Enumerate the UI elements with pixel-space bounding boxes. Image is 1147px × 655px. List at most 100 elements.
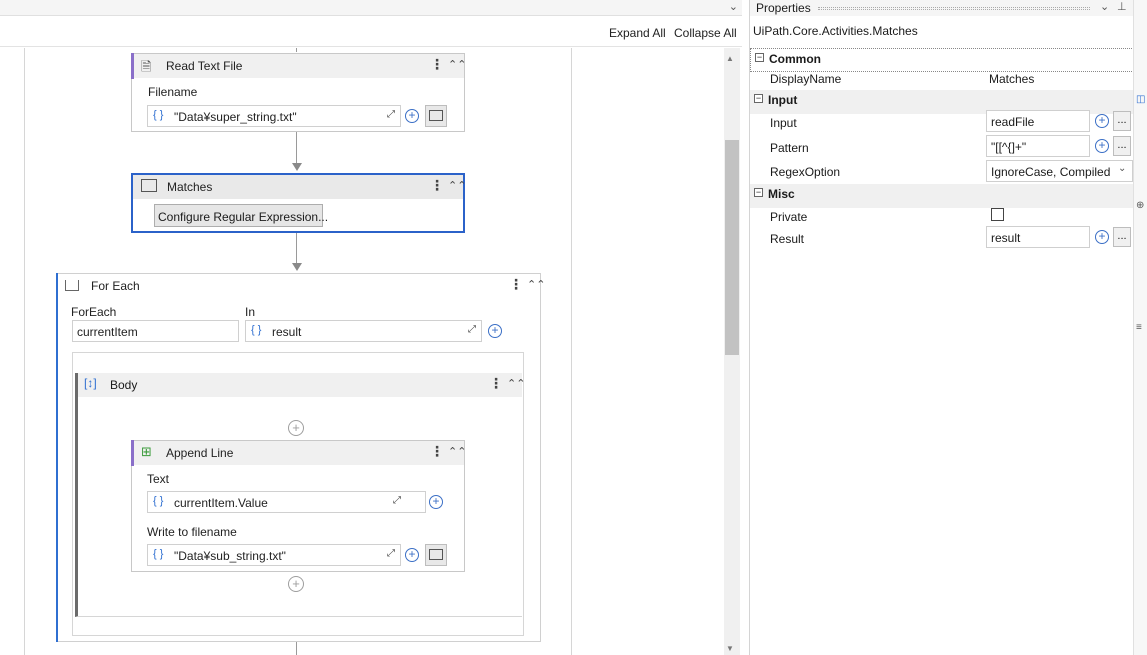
ellipsis-button[interactable]: ... — [1113, 136, 1131, 156]
pin-icon[interactable]: ⊥ — [1117, 0, 1127, 13]
foreach-variable-field[interactable]: currentItem — [72, 320, 239, 342]
body-sequence[interactable]: [↕] Body ⋮ ⌃⌃ + ⊞ Append Line ⋮ ⌃⌃ Text — [75, 373, 525, 617]
add-variable-icon[interactable]: + — [405, 548, 419, 562]
private-checkbox[interactable] — [991, 208, 1004, 221]
property-row-input[interactable]: Input readFile + ... — [750, 110, 1134, 134]
property-label: Result — [770, 232, 805, 246]
more-options-icon[interactable]: ⋮ — [430, 178, 444, 192]
connector — [296, 132, 297, 164]
property-row-displayname[interactable]: DisplayName Matches — [750, 67, 1134, 91]
more-options-icon[interactable]: ⋮ — [430, 444, 444, 458]
foreach-icon — [65, 280, 79, 291]
property-value[interactable]: Matches — [989, 72, 1034, 86]
body-title: Body — [110, 378, 138, 392]
drag-grip[interactable] — [818, 7, 1090, 10]
for-each-activity[interactable]: For Each ⋮ ⌃⌃ ForEach currentItem In { }… — [56, 273, 545, 642]
collapse-category-icon[interactable]: − — [755, 53, 764, 62]
expand-editor-icon[interactable]: ⤢ — [387, 548, 395, 559]
scroll-down-icon[interactable]: ▼ — [726, 644, 734, 653]
canvas-left-border — [24, 48, 25, 655]
collapse-category-icon[interactable]: − — [754, 94, 763, 103]
category-label: Input — [768, 93, 798, 107]
folder-icon — [429, 110, 443, 121]
add-activity-icon[interactable]: + — [288, 420, 304, 436]
browse-folder-button[interactable] — [425, 544, 447, 566]
property-value: readFile — [991, 115, 1035, 129]
collapse-category-icon[interactable]: − — [754, 188, 763, 197]
expand-all-button[interactable]: Expand All — [609, 26, 666, 40]
chevron-down-icon[interactable]: ⌄ — [1100, 0, 1109, 13]
collapse-all-button[interactable]: Collapse All — [674, 26, 737, 40]
ellipsis-button[interactable]: ... — [1113, 227, 1131, 247]
designer-topbar: ⌄ — [0, 0, 742, 16]
expand-editor-icon[interactable]: ⤢ — [387, 109, 395, 120]
activity-title: Read Text File — [166, 59, 243, 73]
property-row-regexoption[interactable]: RegexOption IgnoreCase, Compiled ⌄ — [750, 160, 1134, 184]
chevron-down-icon[interactable]: ⌄ — [1118, 163, 1126, 174]
panel-icon[interactable]: ⊕ — [1136, 200, 1144, 211]
expression-braces-icon: { } — [251, 324, 262, 336]
read-text-file-activity[interactable]: 🗎 Read Text File ⋮ ⌃⌃ Filename { } "Data… — [131, 53, 466, 132]
add-variable-icon[interactable]: + — [1095, 139, 1109, 153]
connector-arrow-icon — [292, 263, 302, 271]
collapse-icon[interactable]: ⌃⌃ — [527, 278, 545, 291]
expand-editor-icon[interactable]: ⤢ — [393, 495, 401, 506]
add-variable-icon[interactable]: + — [429, 495, 443, 509]
write-filename-value: "Data¥sub_string.txt" — [174, 549, 286, 563]
regexoption-dropdown[interactable]: IgnoreCase, Compiled ⌄ — [986, 160, 1133, 182]
body-container: [↕] Body ⋮ ⌃⌃ + ⊞ Append Line ⋮ ⌃⌃ Text — [72, 352, 525, 636]
connector-arrow-icon — [292, 163, 302, 171]
in-value: result — [272, 325, 302, 339]
collapse-icon[interactable]: ⌃⌃ — [448, 179, 466, 192]
body-header[interactable]: [↕] Body ⋮ ⌃⌃ — [78, 373, 525, 397]
scroll-up-icon[interactable]: ▲ — [726, 54, 734, 63]
property-row-pattern[interactable]: Pattern "[[^{]+" + ... — [750, 135, 1134, 159]
activity-header[interactable]: 🗎 Read Text File ⋮ ⌃⌃ — [132, 54, 466, 78]
collapse-icon[interactable]: ⌃⌃ — [448, 58, 466, 71]
expand-editor-icon[interactable]: ⤢ — [468, 324, 476, 335]
side-toolbar: ◫ ⊕ ≡ — [1133, 0, 1147, 655]
property-row-result[interactable]: Result result + ... — [750, 226, 1134, 250]
activity-header[interactable]: For Each ⋮ ⌃⌃ — [57, 274, 545, 298]
file-read-icon: 🗎 — [141, 59, 152, 74]
matches-activity[interactable]: Matches ⋮ ⌃⌃ Configure Regular Expressio… — [131, 173, 466, 233]
filename-label: Filename — [148, 85, 198, 99]
panel-icon[interactable]: ≡ — [1136, 322, 1142, 333]
activity-title: Append Line — [166, 446, 234, 460]
more-options-icon[interactable]: ⋮ — [489, 376, 503, 390]
property-row-private[interactable]: Private — [750, 204, 1134, 228]
filename-field[interactable]: { } "Data¥super_string.txt" ⤢ — [147, 105, 401, 127]
text-field[interactable]: { } currentItem.Value ⤢ — [147, 491, 426, 513]
expression-braces-icon: { } — [153, 548, 164, 560]
input-value-field[interactable]: readFile — [986, 110, 1090, 132]
add-variable-icon[interactable]: + — [488, 324, 502, 338]
append-line-activity[interactable]: ⊞ Append Line ⋮ ⌃⌃ Text { } currentItem.… — [131, 440, 466, 572]
configure-regex-button[interactable]: Configure Regular Expression... — [154, 204, 328, 227]
write-filename-field[interactable]: { } "Data¥sub_string.txt" ⤢ — [147, 544, 401, 566]
pattern-value-field[interactable]: "[[^{]+" — [986, 135, 1090, 157]
activity-header[interactable]: ⊞ Append Line ⋮ ⌃⌃ — [132, 441, 466, 465]
more-options-icon[interactable]: ⋮ — [509, 277, 523, 291]
write-to-filename-label: Write to filename — [147, 525, 237, 539]
collapse-icon[interactable]: ⌃⌃ — [448, 445, 466, 458]
in-field[interactable]: { } result ⤢ — [245, 320, 482, 342]
properties-title: Properties — [756, 1, 811, 15]
panel-icon[interactable]: ◫ — [1136, 94, 1145, 105]
activity-header[interactable]: Matches ⋮ ⌃⌃ — [133, 175, 466, 199]
add-variable-icon[interactable]: + — [405, 109, 419, 123]
workflow-designer[interactable]: ⌄ Expand All Collapse All ▲ ▼ 🗎 Read Tex… — [0, 0, 742, 655]
more-options-icon[interactable]: ⋮ — [430, 57, 444, 71]
add-variable-icon[interactable]: + — [1095, 114, 1109, 128]
scrollbar-thumb[interactable] — [725, 140, 739, 355]
add-variable-icon[interactable]: + — [1095, 230, 1109, 244]
add-activity-icon[interactable]: + — [288, 576, 304, 592]
browse-folder-button[interactable] — [425, 105, 447, 127]
designer-toolbar: Expand All Collapse All — [0, 17, 742, 47]
ellipsis-button[interactable]: ... — [1113, 111, 1131, 131]
category-label: Common — [769, 52, 821, 66]
expression-braces-icon: { } — [153, 109, 164, 121]
result-value-field[interactable]: result — [986, 226, 1090, 248]
collapse-icon[interactable]: ⌃⌃ — [507, 377, 525, 390]
property-label: Private — [770, 210, 808, 224]
chevron-down-icon[interactable]: ⌄ — [729, 0, 738, 13]
